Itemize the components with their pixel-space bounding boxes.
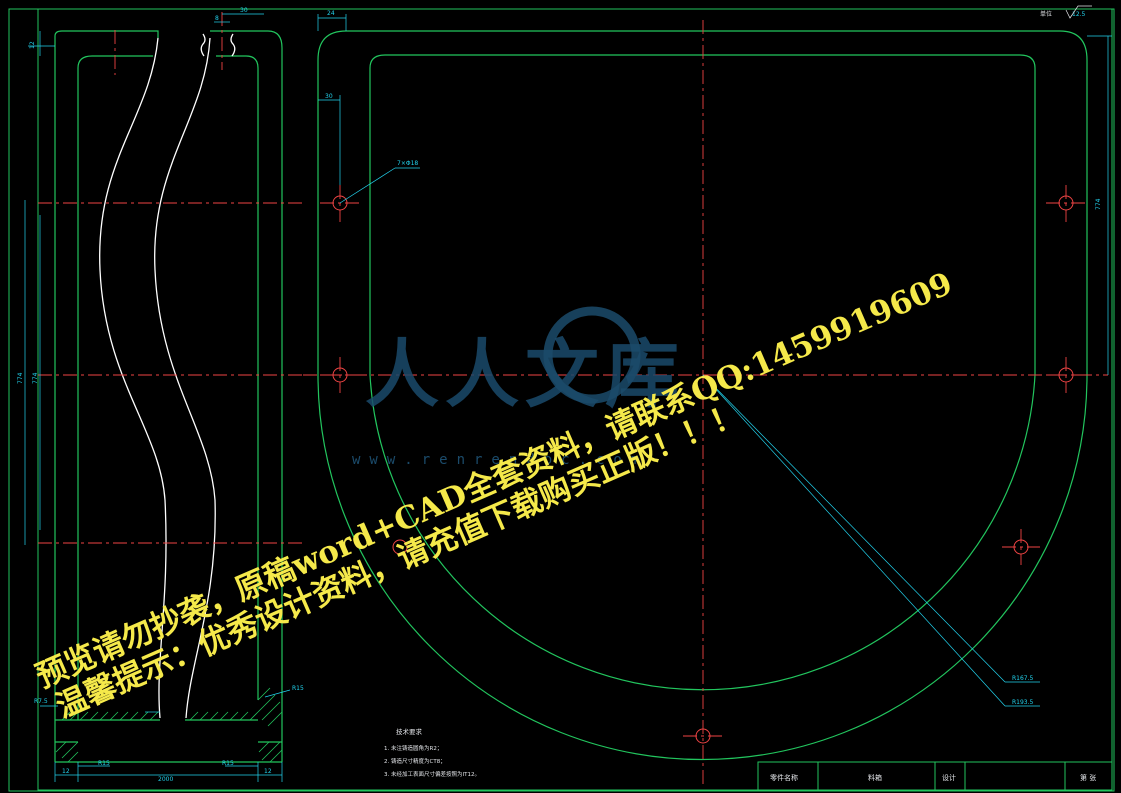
dim-top-notch: 8 [215,15,219,22]
dim-r-inner: R167.5 [1012,675,1034,682]
watermark-line-2: 温馨提示：优秀设计资料，请充值下载购买正版！！！ [51,396,748,726]
notes-item-2: 2. 铸造尺寸精度为CT8； [384,757,446,765]
design-label: 设计 [942,773,956,782]
dim-bottom-total: 2000 [158,776,173,783]
watermark-line-1: 预览请勿抄袭，原稿word+CAD全套资料，请联系QQ:1459919609 [31,266,958,696]
dim-r-bottom-right2: R15 [222,760,234,767]
technical-notes: 技术要求 1. 未注铸造圆角为R2； 2. 铸造尺寸精度为CT8； 3. 未经加… [384,727,480,778]
dim-top-left: 12 [29,41,36,49]
unit-label: 单位 [1040,10,1052,18]
dim-right-height: 774 [1095,198,1102,210]
dim-height-upper: 774 [32,372,39,384]
dim-hole-offset: 30 [325,93,333,100]
notes-item-1: 1. 未注铸造圆角为R2； [384,744,442,752]
cad-drawing: 30 8 12 774 774 R15 R7.5 R15 R15 12 2000… [8,5,1115,792]
title-block: 零件名称 料箱 设计 第 张 [757,761,1113,791]
dim-hole-callout: 7×Φ18 [397,160,418,167]
sheet-label: 第 张 [1080,773,1096,782]
dim-bottom-right: 12 [264,768,272,775]
dim-top-offset: 24 [327,10,335,17]
dim-r-outer: R193.5 [1012,699,1034,706]
dim-bottom-left: 12 [62,768,70,775]
dim-r-bottom-left: R15 [98,760,110,767]
notes-heading: 技术要求 [396,727,423,736]
dim-r-right: R15 [292,685,304,692]
part-name: 料箱 [868,773,882,782]
dim-top-width: 30 [240,7,248,14]
notes-item-3: 3. 未经加工表面尺寸偏差按照为IT12。 [384,770,480,778]
dim-r-corner-left: R7.5 [34,698,48,705]
part-name-label: 零件名称 [770,773,798,782]
dim-height-total: 774 [17,372,24,384]
